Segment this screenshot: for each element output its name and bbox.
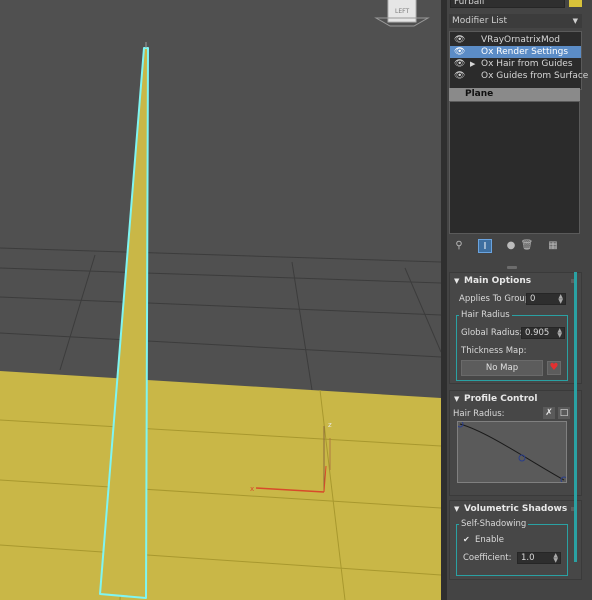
- collapse-chevron-icon: ▼: [454, 505, 460, 513]
- enable-checkbox[interactable]: ✔: [463, 535, 473, 545]
- rollout-title: Main Options: [464, 276, 532, 286]
- viewport[interactable]: z x LEFT: [0, 0, 441, 600]
- stack-item-label: Ox Guides from Surface: [481, 71, 589, 81]
- rollout-title: Profile Control: [464, 394, 538, 404]
- make-unique-icon[interactable]: ●: [504, 239, 518, 253]
- stack-item-label: Ox Hair from Guides: [481, 59, 573, 69]
- global-radius-label: Global Radius:: [461, 328, 523, 338]
- axis-z-label: z: [328, 421, 332, 429]
- applies-to-group-spinner[interactable]: 0 ▲ ▼: [526, 293, 566, 305]
- stack-item-ox-render-settings[interactable]: 👁 Ox Render Settings: [450, 46, 581, 58]
- object-color-swatch[interactable]: [569, 0, 582, 7]
- spinner-arrows-icon[interactable]: ▲ ▼: [557, 328, 562, 339]
- viewcube-label: LEFT: [395, 8, 409, 15]
- volumetric-shadows-header[interactable]: ▼ Volumetric Shadows: [450, 501, 581, 517]
- collapse-chevron-icon: ▼: [454, 277, 460, 285]
- dropdown-arrow-icon: ▼: [572, 17, 578, 25]
- rollout-title: Volumetric Shadows: [464, 504, 568, 514]
- hair-radius-curve-label: Hair Radius:: [453, 409, 505, 419]
- group-title: Self-Shadowing: [459, 519, 529, 529]
- scene-canvas[interactable]: z x LEFT: [0, 0, 441, 600]
- spinner-value: 0: [530, 294, 536, 304]
- hair-radius-group: Hair Radius Global Radius: 0.905 ▲ ▼ Thic…: [456, 310, 568, 381]
- pin-stack-icon[interactable]: ⚲: [452, 239, 466, 253]
- stack-item-label: VRayOrnatrixMod: [481, 35, 560, 45]
- stack-toolbar: ⚲ I ● 🗑 ▦: [449, 238, 582, 256]
- stack-item-ox-hair-from-guides[interactable]: 👁 ▶ Ox Hair from Guides: [450, 58, 581, 70]
- panel-grip[interactable]: [507, 266, 517, 269]
- thickness-map-button[interactable]: No Map: [461, 360, 543, 376]
- axis-x-label: x: [250, 485, 254, 493]
- stack-item-ox-guides-from-surface[interactable]: 👁 Ox Guides from Surface: [450, 70, 588, 82]
- viewcube[interactable]: LEFT: [374, 0, 430, 27]
- stack-item-plane[interactable]: Plane: [449, 88, 580, 101]
- curve-expand-icon[interactable]: □: [558, 407, 570, 419]
- command-panel: Furball Modifier List ▼ 👁 VRayOrnatrixMo…: [447, 0, 592, 600]
- panel-scrollbar[interactable]: [574, 272, 577, 562]
- curve-graph[interactable]: [456, 420, 568, 484]
- enable-label: Enable: [475, 535, 504, 545]
- map-eyedropper-icon[interactable]: ♥: [547, 361, 561, 375]
- hair-radius-curve-editor[interactable]: [456, 420, 568, 484]
- show-end-result-icon[interactable]: I: [478, 239, 492, 253]
- stack-empty-area: [449, 101, 580, 234]
- stack-item-label: Ox Render Settings: [481, 47, 569, 57]
- modifier-list-label: Modifier List: [452, 16, 507, 26]
- collapse-chevron-icon: ▼: [454, 395, 460, 403]
- global-radius-spinner[interactable]: 0.905 ▲ ▼: [521, 327, 565, 339]
- volumetric-shadows-rollout: ▼ Volumetric Shadows Self-Shadowing ✔ En…: [449, 500, 582, 580]
- spinner-value: 0.905: [525, 328, 550, 338]
- main-options-rollout: ▼ Main Options Applies To Group: 0 ▲ ▼ Ha…: [449, 272, 582, 384]
- spinner-arrows-icon[interactable]: ▲ ▼: [553, 553, 558, 564]
- applies-to-group-label: Applies To Group:: [459, 294, 534, 304]
- spinner-value: 1.0: [521, 553, 535, 563]
- curve-point[interactable]: [518, 454, 526, 462]
- object-name-field[interactable]: Furball: [450, 0, 565, 8]
- spinner-arrows-icon[interactable]: ▲ ▼: [558, 294, 563, 305]
- curve-reset-icon[interactable]: ✗: [543, 407, 555, 419]
- yellow-plane[interactable]: [0, 371, 441, 600]
- thickness-map-label: Thickness Map:: [461, 346, 527, 356]
- hair-strand[interactable]: [99, 47, 149, 599]
- coefficient-label: Coefficient:: [463, 553, 512, 563]
- group-title: Hair Radius: [459, 310, 512, 320]
- eye-icon[interactable]: 👁: [454, 46, 465, 58]
- modifier-list-dropdown[interactable]: Modifier List ▼: [449, 14, 582, 28]
- modifier-stack[interactable]: 👁 VRayOrnatrixMod 👁 Ox Render Settings 👁…: [449, 31, 588, 90]
- eye-icon[interactable]: 👁: [454, 34, 465, 46]
- self-shadowing-group: Self-Shadowing ✔ Enable Coefficient: 1.0…: [456, 519, 568, 576]
- coefficient-spinner[interactable]: 1.0 ▲ ▼: [517, 552, 561, 564]
- eye-icon[interactable]: 👁: [454, 70, 465, 82]
- profile-control-rollout: ▼ Profile Control Hair Radius: ✗ □: [449, 390, 582, 496]
- stack-item-vrayornatrixmod[interactable]: 👁 VRayOrnatrixMod: [450, 34, 581, 46]
- expand-arrow-icon[interactable]: ▶: [470, 58, 475, 70]
- trash-icon[interactable]: 🗑: [520, 239, 534, 253]
- configure-modifier-sets-icon[interactable]: ▦: [546, 239, 560, 253]
- main-options-header[interactable]: ▼ Main Options: [450, 273, 581, 289]
- profile-control-header[interactable]: ▼ Profile Control: [450, 391, 581, 407]
- eye-icon[interactable]: 👁: [454, 58, 465, 70]
